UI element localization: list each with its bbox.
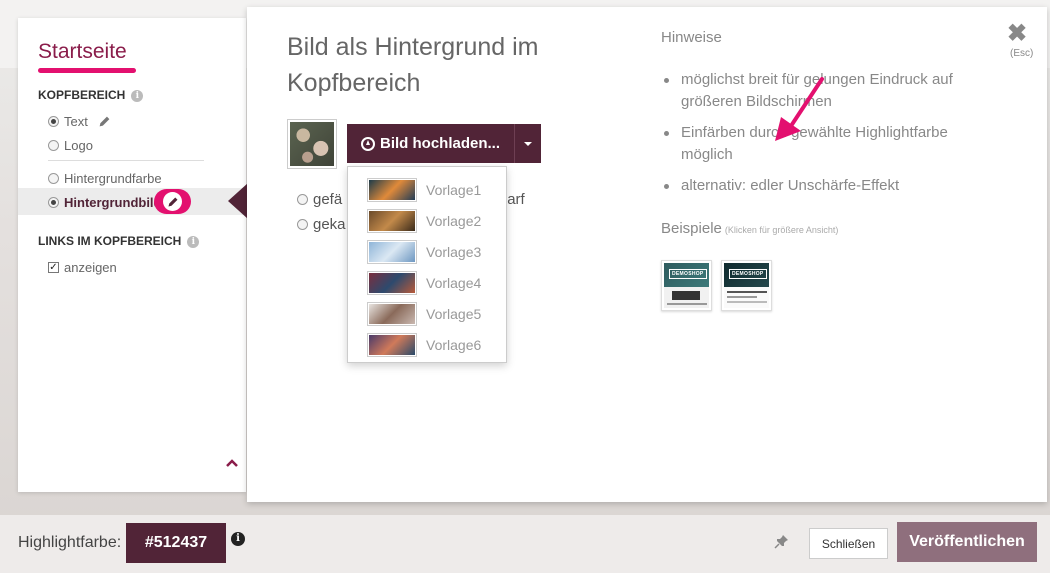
examples-label: Beispiele	[661, 220, 722, 237]
template-thumbnail	[367, 178, 417, 202]
background-image-modal: Bild als Hintergrund im Kopfbereich Bild…	[247, 7, 1047, 502]
panel-pointer	[228, 183, 248, 219]
section-kopfbereich: KOPFBEREICH i	[38, 88, 144, 102]
dropdown-item-label: Vorlage6	[426, 337, 482, 353]
radio-colored-label-tail: arf	[507, 191, 525, 208]
dropdown-item-vorlage2[interactable]: Vorlage2	[367, 208, 481, 234]
radio-hintergrundfarbe-label: Hintergrundfarbe	[64, 171, 162, 186]
close-button[interactable]: Schließen	[809, 528, 888, 559]
checkbox-anzeigen[interactable]: ✓ anzeigen	[48, 260, 117, 275]
sidebar-title[interactable]: Startseite	[38, 40, 127, 64]
hints-title: Hinweise	[661, 29, 722, 46]
settings-sidebar: Startseite KOPFBEREICH i Text Logo Hinter…	[18, 18, 246, 492]
current-image-thumbnail[interactable]	[287, 119, 337, 169]
radio-blurred-label: geka	[313, 216, 346, 233]
dropdown-item-label: Vorlage4	[426, 275, 482, 291]
radio-text-label: Text	[64, 114, 88, 129]
radio-button[interactable]	[48, 140, 59, 151]
publish-button[interactable]: Veröffentlichen	[897, 522, 1037, 562]
pencil-icon[interactable]	[98, 115, 111, 128]
section-links-label: LINKS IM KOPFBEREICH	[38, 234, 182, 248]
section-links: LINKS IM KOPFBEREICH i	[38, 234, 200, 248]
pencil-icon[interactable]	[167, 196, 179, 208]
radio-hintergrundfarbe[interactable]: Hintergrundfarbe	[48, 171, 162, 186]
template-thumbnail	[367, 333, 417, 357]
examples-note: (Klicken für größere Ansicht)	[724, 225, 839, 235]
chevron-up-icon[interactable]	[226, 458, 238, 468]
info-icon[interactable]: i	[231, 532, 245, 546]
radio-colored-label: gefä	[313, 191, 343, 208]
radio-button[interactable]	[297, 194, 308, 205]
dropdown-item-label: Vorlage2	[426, 213, 482, 229]
example-logo-text: DEMOSHOP	[669, 269, 707, 279]
radio-text[interactable]: Text	[48, 114, 111, 129]
close-esc-hint: (Esc)	[1010, 48, 1034, 59]
caret-down-icon	[524, 141, 533, 146]
hint-item: alternativ: edler Unschärfe-Effekt	[661, 175, 991, 197]
edit-highlight-annotation[interactable]	[154, 189, 191, 214]
example-thumbnail-2[interactable]: DEMOSHOP	[721, 260, 772, 311]
template-thumbnail	[367, 209, 417, 233]
radio-blurred[interactable]: geka	[297, 216, 346, 233]
dropdown-item-label: Vorlage1	[426, 182, 482, 198]
dropdown-item-vorlage5[interactable]: Vorlage5	[367, 301, 481, 327]
highlight-color-label: Highlightfarbe:	[18, 534, 122, 551]
checkbox-anzeigen-label: anzeigen	[64, 260, 117, 275]
close-icon[interactable]: ✖	[1007, 19, 1027, 48]
dropdown-item-vorlage1[interactable]: Vorlage1	[367, 177, 481, 203]
upload-button[interactable]: Bild hochladen...	[347, 124, 516, 163]
info-icon[interactable]: i	[131, 90, 144, 102]
dropdown-item-label: Vorlage5	[426, 306, 482, 322]
dropdown-item-vorlage3[interactable]: Vorlage3	[367, 239, 481, 265]
annotation-arrow	[775, 77, 824, 141]
highlight-color-swatch[interactable]: #512437	[126, 523, 226, 563]
section-kopfbereich-label: KOPFBEREICH	[38, 88, 126, 102]
upload-icon	[361, 136, 375, 151]
template-dropdown: Vorlage1 Vorlage2 Vorlage3 Vorlage4 Vorlage5…	[347, 166, 507, 363]
divider	[48, 160, 204, 161]
radio-button[interactable]	[48, 197, 59, 208]
pin-icon[interactable]	[774, 533, 790, 549]
upload-dropdown-toggle[interactable]	[515, 124, 542, 163]
checkbox[interactable]: ✓	[48, 262, 59, 273]
dropdown-item-vorlage6[interactable]: Vorlage6	[367, 332, 481, 358]
dropdown-item-vorlage4[interactable]: Vorlage4	[367, 270, 481, 296]
radio-logo-label: Logo	[64, 138, 93, 153]
example-logo-text: DEMOSHOP	[729, 269, 767, 279]
examples-title: Beispiele (Klicken für größere Ansicht)	[661, 220, 838, 237]
info-icon[interactable]: i	[187, 236, 200, 248]
radio-hintergrundbild-label: Hintergrundbild	[64, 195, 162, 210]
template-thumbnail	[367, 271, 417, 295]
radio-hintergrundbild[interactable]: Hintergrundbild	[48, 195, 162, 210]
modal-title: Bild als Hintergrund im Kopfbereich	[287, 33, 539, 97]
title-annotation-underline	[38, 68, 136, 73]
radio-logo[interactable]: Logo	[48, 138, 93, 153]
example-thumbnail-1[interactable]: DEMOSHOP	[661, 260, 712, 311]
radio-button[interactable]	[297, 219, 308, 230]
radio-button[interactable]	[48, 116, 59, 127]
upload-button-group: Bild hochladen...	[347, 124, 542, 163]
upload-button-label: Bild hochladen...	[380, 135, 501, 152]
template-thumbnail	[367, 240, 417, 264]
dropdown-item-label: Vorlage3	[426, 244, 482, 260]
template-thumbnail	[367, 302, 417, 326]
radio-button[interactable]	[48, 173, 59, 184]
